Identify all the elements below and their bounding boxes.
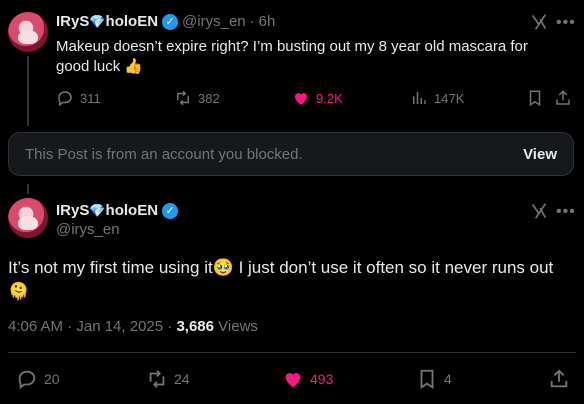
blocked-post-notice: This Post is from an account you blocked… bbox=[8, 132, 574, 176]
display-name[interactable]: IRyS💎holoEN bbox=[56, 202, 158, 219]
reply-icon bbox=[58, 91, 72, 107]
share-button[interactable] bbox=[548, 368, 570, 390]
thread-line bbox=[27, 184, 29, 194]
bookmark-button[interactable]: 4 bbox=[416, 368, 452, 390]
repost-icon bbox=[149, 370, 165, 388]
avatar[interactable] bbox=[8, 198, 48, 238]
bookmark-count: 4 bbox=[444, 371, 452, 387]
views-icon bbox=[413, 92, 426, 104]
reply-icon bbox=[18, 370, 36, 390]
more-icon[interactable]: ••• bbox=[556, 14, 576, 32]
repost-count: 24 bbox=[174, 371, 190, 387]
share-icon bbox=[550, 369, 568, 388]
blocked-notice-text: This Post is from an account you blocked… bbox=[25, 146, 303, 163]
grok-icon[interactable] bbox=[530, 202, 548, 220]
more-icon[interactable]: ••• bbox=[556, 203, 576, 221]
post-meta: 4:06 AM · Jan 14, 2025 · 3,686 Views bbox=[8, 318, 258, 335]
tweet1-header: IRyS💎holoEN ✓ @irys_en · 6h bbox=[56, 13, 275, 30]
thread-line bbox=[27, 56, 29, 126]
post-time[interactable]: 6h bbox=[259, 13, 276, 30]
grok-icon[interactable] bbox=[530, 13, 548, 31]
post-timestamp[interactable]: 4:06 AM · Jan 14, 2025 · bbox=[8, 318, 176, 335]
views-count: 3,686 bbox=[176, 318, 214, 335]
tweet1-text: Makeup doesn’t expire right? I’m busting… bbox=[56, 38, 528, 75]
bookmark-icon bbox=[420, 369, 434, 389]
repost-button[interactable]: 382 bbox=[174, 89, 220, 107]
share-icon bbox=[556, 90, 570, 105]
like-button[interactable]: 493 bbox=[282, 368, 333, 390]
verified-icon: ✓ bbox=[162, 202, 179, 219]
like-icon bbox=[295, 93, 307, 105]
gem-icon: 💎 bbox=[89, 203, 106, 218]
verified-icon: ✓ bbox=[162, 13, 179, 30]
handle[interactable]: @irys_en bbox=[56, 221, 178, 238]
separator: · bbox=[249, 13, 255, 30]
repost-button[interactable]: 24 bbox=[146, 368, 190, 390]
repost-count: 382 bbox=[198, 90, 220, 106]
views-button[interactable]: 147K bbox=[410, 89, 464, 107]
views-label: Views bbox=[218, 318, 258, 335]
bookmark-button[interactable] bbox=[526, 89, 544, 107]
like-count: 9.2K bbox=[316, 90, 343, 106]
like-button[interactable]: 9.2K bbox=[292, 89, 343, 107]
display-name[interactable]: IRyS💎holoEN bbox=[56, 13, 158, 30]
reply-button[interactable]: 311 bbox=[56, 89, 101, 107]
tweet2-header: IRyS💎holoEN ✓ @irys_en bbox=[56, 202, 179, 238]
views-count: 147K bbox=[434, 90, 465, 106]
gem-icon: 💎 bbox=[89, 14, 106, 29]
tweet2-actions: 20 24 493 4 bbox=[8, 368, 576, 390]
divider bbox=[8, 352, 576, 353]
like-icon bbox=[285, 373, 301, 388]
tweet2-text: It’s not my first time using it🥹 I just … bbox=[8, 258, 554, 301]
handle[interactable]: @irys_en bbox=[182, 13, 246, 30]
avatar[interactable] bbox=[8, 12, 48, 52]
share-button[interactable] bbox=[554, 89, 572, 107]
repost-icon bbox=[177, 90, 189, 106]
reply-button[interactable]: 20 bbox=[16, 368, 60, 390]
tweet1-actions: 311 382 9.2K 147K bbox=[56, 89, 572, 109]
bookmark-icon bbox=[529, 90, 541, 107]
like-count: 493 bbox=[310, 371, 334, 387]
reply-count: 20 bbox=[44, 371, 60, 387]
reply-count: 311 bbox=[80, 90, 101, 106]
view-button[interactable]: View bbox=[523, 146, 557, 163]
